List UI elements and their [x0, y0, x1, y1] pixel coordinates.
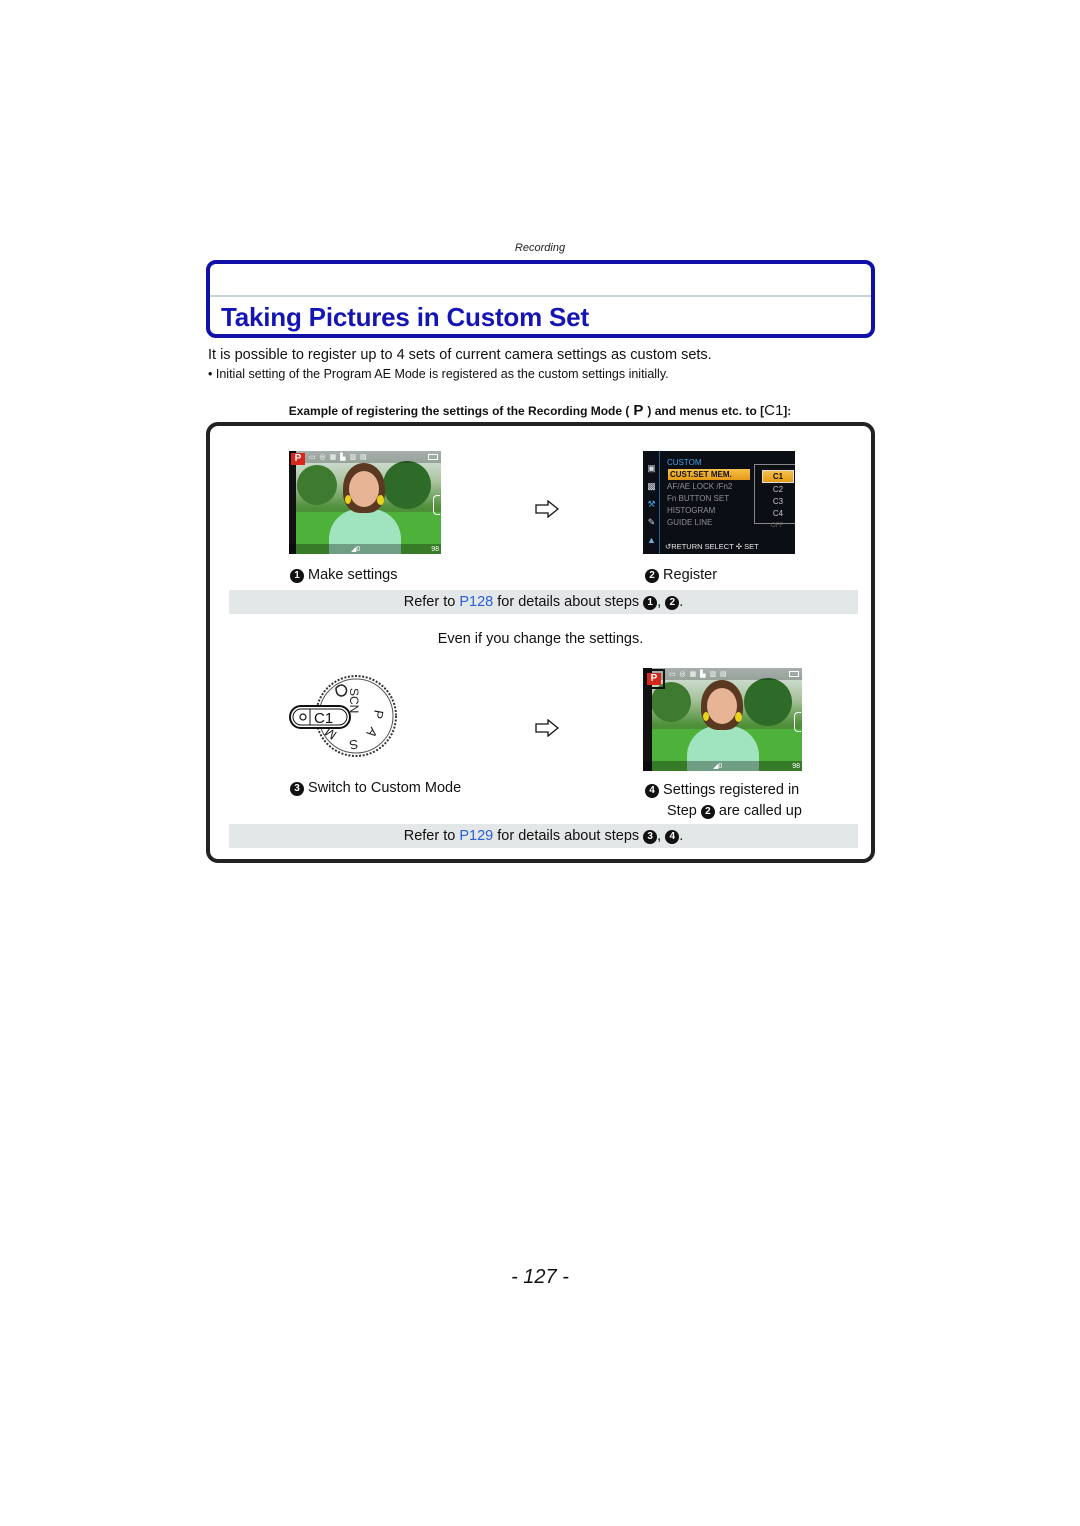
example-prefix: Example of registering the settings of t…: [288, 404, 630, 418]
step-number-3: 3: [290, 782, 304, 796]
page-link-p128[interactable]: P128: [459, 594, 493, 610]
step-number-1: 1: [290, 569, 304, 583]
shot-count: 98: [431, 546, 439, 553]
step-2-text: Register: [663, 567, 718, 583]
shot-count: 98: [792, 763, 800, 770]
playback-tab-icon[interactable]: ▲: [646, 535, 657, 545]
section-label: Recording: [514, 242, 566, 254]
rec-tab-icon[interactable]: ▣: [646, 463, 657, 473]
setup-tab-icon[interactable]: ✎: [646, 517, 657, 527]
side-tab-icon: [794, 712, 801, 732]
menu-item-af-ae-lock[interactable]: AF/AE LOCK /Fn2: [667, 482, 732, 491]
step-3-text: Switch to Custom Mode: [308, 780, 462, 796]
ref-sep: ,: [657, 594, 662, 610]
portrait-photo: [289, 451, 441, 554]
arrow-right-icon: [535, 719, 559, 737]
ref-end: .: [679, 594, 684, 610]
option-c1[interactable]: C1: [760, 468, 795, 485]
menu-item-guide-line[interactable]: GUIDE LINE: [667, 518, 712, 527]
step-number-2: 2: [700, 805, 715, 819]
motion-tab-icon[interactable]: ▩: [646, 481, 657, 491]
battery-icon: [428, 454, 438, 460]
note-text: Initial setting of the Program AE Mode i…: [215, 367, 669, 381]
step-4-text-line1: Settings registered in: [663, 782, 800, 798]
step-number-2: 2: [645, 569, 659, 583]
step-1-text: Make settings: [308, 567, 398, 583]
camera-recalled-screen: P ▭ ◎ ▦ ▙ ▥ ▤ ◢0 98: [643, 668, 802, 771]
dial-label-scn: SCN: [347, 688, 361, 713]
step-4-text-prefix: Step: [667, 803, 697, 819]
step-3-label: 3 Switch to Custom Mode: [290, 780, 461, 796]
example-middle: ) and menus etc. to [: [647, 404, 765, 418]
menu-item-histogram[interactable]: HISTOGRAM: [667, 506, 715, 515]
dial-selected-c1: C1: [314, 710, 333, 727]
step-1-label: 1 Make settings: [290, 567, 398, 583]
ref-middle: for details about steps: [497, 594, 640, 610]
option-c2[interactable]: C2: [763, 484, 793, 495]
ref-sep: ,: [657, 828, 662, 844]
page-title: Taking Pictures in Custom Set: [221, 302, 589, 332]
ref-prefix: Refer to: [403, 828, 456, 844]
reference-band-2: Refer to P129 for details about steps 3,…: [229, 824, 858, 848]
exposure-indicator: ◢0: [351, 546, 361, 553]
step-number-2: 2: [665, 596, 680, 610]
osd-icons: ▭ ◎ ▦ ▙ ▥ ▤: [309, 454, 368, 461]
custom-tab-icon[interactable]: ⚒: [646, 499, 657, 509]
intro-text: It is possible to register up to 4 sets …: [208, 347, 712, 363]
menu-tabs: ▣ ▩ ⚒ ✎ ▲: [643, 451, 660, 554]
menu-heading: CUSTOM: [667, 458, 702, 467]
custom-set-options: C1 C2 C3 C4: [754, 464, 795, 524]
bullet: •: [208, 367, 213, 381]
option-c3[interactable]: C3: [763, 496, 793, 507]
camera-live-view-screen: P ▭ ◎ ▦ ▙ ▥ ▤ ◢0 98: [289, 451, 441, 554]
step-number-4: 4: [665, 830, 680, 844]
intro-note: • Initial setting of the Program AE Mode…: [208, 367, 669, 381]
osd-icons: ▭ ◎ ▦ ▙ ▥ ▤: [669, 671, 728, 678]
mode-dial[interactable]: SCN P A S M C1: [286, 666, 406, 766]
menu-item-cust-set-mem[interactable]: CUST.SET MEM.: [668, 469, 750, 480]
custom-c1-icon: C1: [764, 402, 784, 419]
step-number-1: 1: [643, 596, 658, 610]
step-4-label: 4 Settings registered in Step 2 are call…: [645, 780, 802, 822]
step-number-4: 4: [645, 784, 659, 798]
step-4-text-suffix: are called up: [718, 803, 802, 819]
ref-prefix: Refer to: [403, 594, 456, 610]
example-suffix: ]:: [783, 404, 792, 418]
ref-end: .: [679, 828, 684, 844]
side-tab-icon: [433, 495, 440, 515]
example-caption: Example of registering the settings of t…: [0, 402, 1080, 419]
even-if-text: Even if you change the settings.: [437, 631, 644, 647]
menu-item-fn-button-set[interactable]: Fn BUTTON SET: [667, 494, 729, 503]
program-mode-badge: P: [291, 453, 305, 465]
page-number: - 127 -: [511, 1266, 569, 1288]
example-panel: P ▭ ◎ ▦ ▙ ▥ ▤ ◢0 98 ▣ ▩ ⚒ ✎ ▲ CUSTOM CUS…: [206, 422, 875, 863]
option-c4[interactable]: C4: [763, 508, 793, 519]
menu-footer: ↺RETURN SELECT ✣ SET: [665, 542, 759, 551]
reference-band-1: Refer to P128 for details about steps 1,…: [229, 590, 858, 614]
title-rule: [210, 295, 871, 297]
step-2-label: 2 Register: [645, 567, 717, 583]
arrow-right-icon: [535, 500, 559, 518]
custom-menu-screen: ▣ ▩ ⚒ ✎ ▲ CUSTOM CUST.SET MEM. AF/AE LOC…: [643, 451, 795, 554]
step-number-3: 3: [643, 830, 658, 844]
program-mode-icon: P: [633, 402, 644, 419]
exposure-indicator: ◢0: [713, 763, 723, 770]
title-box: Taking Pictures in Custom Set: [206, 260, 875, 338]
battery-icon: [789, 671, 799, 677]
guide-line-value: OFF: [771, 523, 783, 529]
program-mode-badge-highlighted: P: [643, 669, 665, 689]
portrait-photo: [643, 668, 802, 771]
page-link-p129[interactable]: P129: [459, 828, 493, 844]
ref-middle: for details about steps: [497, 828, 640, 844]
